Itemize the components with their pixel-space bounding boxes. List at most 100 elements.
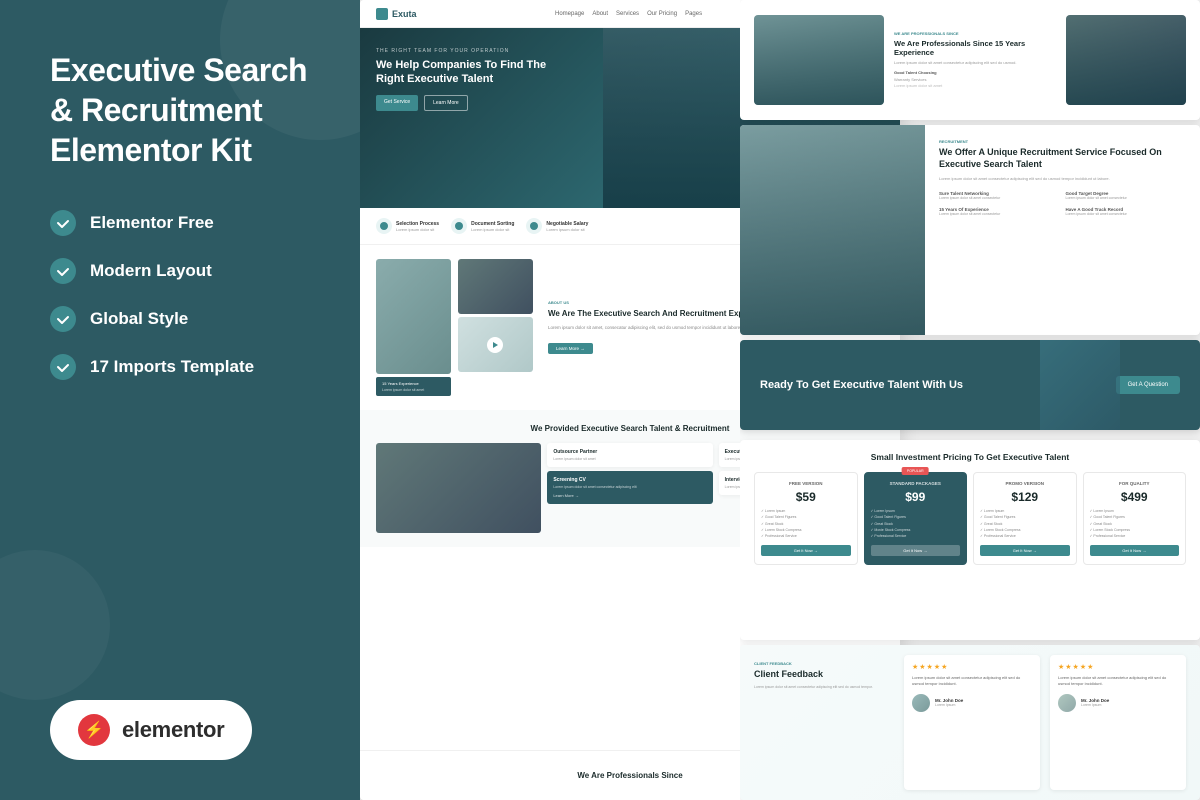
recruitment-content: RECRUITMENT We Offer A Unique Recruitmen…: [925, 125, 1200, 335]
testimonial-author-1: Mr. John Doe Lorem Ipsum: [912, 694, 1032, 712]
testimonial-card-1: ★★★★★ Lorem ipsum dolor sit amet consect…: [904, 655, 1040, 790]
about-images: 15 Years Experience Lorem ipsum dolor si…: [376, 259, 536, 396]
recruitment-tag: RECRUITMENT: [939, 139, 1186, 144]
cta-title: Ready To Get Executive Talent With Us: [760, 378, 963, 392]
pricing-cards: FREE VERSION $59 ✓ Lorem Ipsum ✓ Good Ta…: [754, 472, 1186, 565]
feature-item-4: 17 Imports Template: [50, 354, 320, 380]
promo-plan-btn[interactable]: Get It Now →: [980, 545, 1070, 556]
feature-track-record: Have A Good Track Record Lorem ipsum dol…: [1066, 207, 1187, 217]
cta-bg-img: [1040, 340, 1120, 430]
testimonials-desc: Lorem ipsum dolor sit amet consectetur a…: [754, 685, 894, 691]
cta-button[interactable]: Get A Question: [1116, 376, 1180, 394]
person-img-2: [1066, 15, 1186, 105]
process-item-1: Selection Process Lorem ipsum dolor sit: [376, 218, 439, 234]
quality-plan-btn[interactable]: Get It Now →: [1090, 545, 1180, 556]
service-col-1: [376, 443, 541, 533]
preview-area: Exuta Homepage About Services Our Pricin…: [360, 0, 1200, 800]
testimonials-section: CLIENT FEEDBACK Client Feedback Lorem ip…: [740, 645, 1200, 800]
process-icon-2: [451, 218, 467, 234]
hero-buttons: Get Service Learn More: [376, 95, 884, 111]
nav-links: Homepage About Services Our Pricing Page…: [555, 11, 702, 17]
professionals-content: WE ARE PROFESSIONALS SINCE We Are Profes…: [894, 31, 1056, 90]
pricing-card-free: FREE VERSION $59 ✓ Lorem Ipsum ✓ Good Ta…: [754, 472, 858, 565]
process-item-2: Document Sorting Lorem ipsum dolor sit: [451, 218, 514, 234]
service-col-2: Outsource Partner Lorem ipsum dolor sit …: [547, 443, 712, 533]
testimonial-card-2: ★★★★★ Lorem ipsum dolor sit amet consect…: [1050, 655, 1186, 790]
feature-target: Good Target Degree Lorem ipsum dolor sit…: [1066, 191, 1187, 201]
process-icon-3: [526, 218, 542, 234]
popular-badge: POPULAR: [902, 467, 929, 475]
about-learn-more-btn[interactable]: Learn More →: [548, 343, 593, 354]
professionals-desc: Lorem ipsum dolor sit amet consectetur a…: [894, 60, 1056, 66]
site-logo-icon: [376, 8, 388, 20]
pricing-card-promo: PROMO VERSION $129 ✓ Lorem Ipsum ✓ Good …: [973, 472, 1077, 565]
free-features: ✓ Lorem Ipsum ✓ Good Talent Figures ✓ Gr…: [761, 508, 851, 539]
feature-item-3: Global Style: [50, 306, 320, 332]
author-role-1: Lorem Ipsum: [935, 703, 963, 707]
hero-title: We Help Companies To Find The Right Exec…: [376, 58, 576, 87]
check-icon-4: [50, 354, 76, 380]
stars-2: ★★★★★: [1058, 663, 1178, 671]
process-icon-1: [376, 218, 392, 234]
elementor-brand-text: elementor: [122, 717, 224, 743]
bottom-title: We Are Professionals Since: [577, 771, 682, 780]
testimonial-author-2: Mr. John Doe Lorem Ipsum: [1058, 694, 1178, 712]
avatar-2: [1058, 694, 1076, 712]
standard-plan-btn[interactable]: Get It Now →: [871, 545, 961, 556]
professionals-title: We Are Professionals Since 15 Years Expe…: [894, 39, 1056, 57]
hero-secondary-btn[interactable]: Learn More: [424, 95, 468, 111]
feature-networking: Sure Talent Networking Lorem ipsum dolor…: [939, 191, 1060, 201]
process-item-3: Negotiable Salary Lorem ipsum dolor sit: [526, 218, 588, 234]
right-screenshots: WE ARE PROFESSIONALS SINCE We Are Profes…: [740, 0, 1200, 800]
cta-section: Ready To Get Executive Talent With Us Ge…: [740, 340, 1200, 430]
feature-experience: 15 Years Of Experience Lorem ipsum dolor…: [939, 207, 1060, 217]
recruitment-person: [740, 125, 925, 335]
about-img-bottom: [458, 317, 533, 372]
elementor-logo-icon: ⚡: [78, 714, 110, 746]
kit-title: Executive Search & Recruitment Elementor…: [50, 50, 320, 170]
play-button-icon: [487, 337, 503, 353]
pricing-title: Small Investment Pricing To Get Executiv…: [754, 452, 1186, 462]
years-badge: 15 Years Experience Lorem ipsum dolor si…: [376, 377, 451, 396]
right-panel: Exuta Homepage About Services Our Pricin…: [360, 0, 1200, 800]
testimonials-tag: CLIENT FEEDBACK: [754, 661, 894, 666]
recruitment-img: [740, 125, 925, 335]
testimonial-text-2: Lorem ipsum dolor sit amet consectetur a…: [1058, 675, 1178, 688]
hero-subtitle: THE RIGHT TEAM FOR YOUR OPERATION: [376, 48, 884, 54]
check-icon-1: [50, 210, 76, 236]
pricing-section: Small Investment Pricing To Get Executiv…: [740, 440, 1200, 640]
service-hero-img: [376, 443, 541, 533]
hero-content: THE RIGHT TEAM FOR YOUR OPERATION We Hel…: [376, 48, 884, 111]
author-role-2: Lorem Ipsum: [1081, 703, 1109, 707]
testimonials-left: CLIENT FEEDBACK Client Feedback Lorem ip…: [754, 655, 894, 790]
professionals-tag: WE ARE PROFESSIONALS SINCE: [894, 31, 1056, 36]
about-img-main: [376, 259, 451, 374]
site-logo: Exuta: [376, 8, 417, 20]
free-plan-btn[interactable]: Get It Now →: [761, 545, 851, 556]
service-card-outsource: Outsource Partner Lorem ipsum dolor sit …: [547, 443, 712, 467]
stars-1: ★★★★★: [912, 663, 1032, 671]
feature-item-1: Elementor Free: [50, 210, 320, 236]
recruitment-desc: Lorem ipsum dolor sit amet consectetur a…: [939, 176, 1186, 182]
left-panel: Executive Search & Recruitment Elementor…: [0, 0, 360, 800]
features-list: Elementor Free Modern Layout Global Styl…: [50, 210, 320, 380]
pricing-card-quality: FOR QUALITY $499 ✓ Lorem Ipsum ✓ Good Ta…: [1083, 472, 1187, 565]
about-img-top: [458, 259, 533, 314]
pricing-card-standard: POPULAR STANDARD PACKAGES $99 ✓ Lorem Ip…: [864, 472, 968, 565]
elementor-badge: ⚡ elementor: [50, 700, 252, 760]
hero-primary-btn[interactable]: Get Service: [376, 95, 418, 111]
service-card-screening: Screening CV Lorem ipsum dolor sit amet …: [547, 471, 712, 504]
recruitment-section: RECRUITMENT We Offer A Unique Recruitmen…: [740, 125, 1200, 335]
standard-features: ✓ Lorem Ipsum ✓ Good Talent Figures ✓ Gr…: [871, 508, 961, 539]
testimonials-title: Client Feedback: [754, 669, 894, 681]
feature-item-2: Modern Layout: [50, 258, 320, 284]
check-icon-3: [50, 306, 76, 332]
testimonial-text-1: Lorem ipsum dolor sit amet consectetur a…: [912, 675, 1032, 688]
avatar-1: [912, 694, 930, 712]
check-icon-2: [50, 258, 76, 284]
recruitment-title: We Offer A Unique Recruitment Service Fo…: [939, 147, 1186, 170]
promo-features: ✓ Lorem Ipsum ✓ Good Talent Figures ✓ Gr…: [980, 508, 1070, 539]
professionals-img-2: [1066, 15, 1186, 105]
quality-features: ✓ Lorem Ipsum ✓ Good Talent Figures ✓ Gr…: [1090, 508, 1180, 539]
good-talent-desc: Lorem ipsum dolor sit amet: [894, 83, 1056, 89]
